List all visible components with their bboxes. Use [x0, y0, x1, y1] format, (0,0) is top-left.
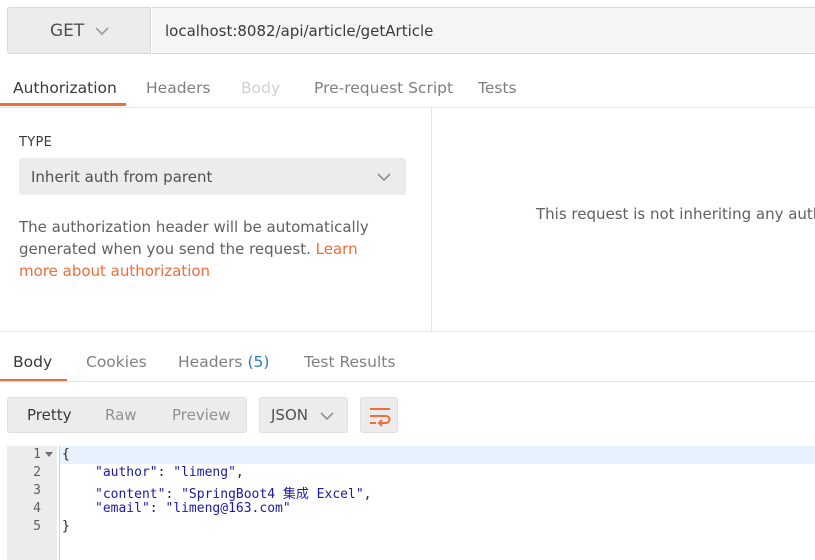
chevron-down-icon	[320, 412, 334, 421]
tab-authorization[interactable]: Authorization	[13, 79, 117, 97]
code-line: "email": "limeng@163.com"	[95, 501, 291, 516]
tab-pre-request-script[interactable]: Pre-request Script	[314, 79, 453, 97]
wrap-lines-icon	[370, 408, 391, 427]
format-select[interactable]: JSON	[259, 397, 348, 433]
tabs-divider	[0, 107, 815, 108]
view-mode-switch: Pretty Raw Preview	[7, 397, 247, 433]
pretty-button[interactable]: Pretty	[27, 406, 72, 424]
wrap-lines-button[interactable]	[360, 397, 398, 433]
headers-count: (5)	[247, 353, 270, 371]
active-line-highlight	[59, 446, 815, 464]
line-number: 5	[33, 519, 41, 534]
method-select[interactable]: GET	[7, 7, 151, 54]
auth-panel-divider	[431, 108, 432, 332]
json-key: "content"	[95, 487, 166, 502]
code-line: "content": "SpringBoot4 集成 Excel",	[95, 487, 372, 502]
tab-headers[interactable]: Headers	[146, 79, 211, 97]
auth-type-label: TYPE	[19, 135, 53, 150]
code-open-brace: {	[62, 447, 70, 462]
tab-body[interactable]: Body	[241, 79, 280, 97]
url-input[interactable]: localhost:8082/api/article/getArticle	[152, 7, 815, 54]
line-number: 4	[33, 501, 41, 516]
auth-type-select[interactable]: Inherit auth from parent	[19, 158, 406, 195]
json-value: "SpringBoot4 集成 Excel"	[181, 487, 364, 502]
tab-tests[interactable]: Tests	[478, 79, 517, 97]
tab-response-headers[interactable]: Headers (5)	[178, 353, 269, 371]
line-number: 2	[33, 465, 41, 480]
postman-window: GET localhost:8082/api/article/getArticl…	[0, 0, 815, 560]
code-close-brace: }	[62, 519, 70, 534]
raw-button[interactable]: Raw	[105, 406, 137, 424]
auth-type-value: Inherit auth from parent	[31, 168, 213, 186]
format-value: JSON	[271, 406, 308, 424]
request-tabs: Authorization Headers Body Pre-request S…	[0, 66, 815, 107]
gutter-border	[59, 446, 60, 560]
tab-cookies[interactable]: Cookies	[86, 353, 147, 371]
json-key: "author"	[95, 465, 158, 480]
chevron-down-icon	[377, 173, 391, 182]
request-url-bar: GET localhost:8082/api/article/getArticl…	[7, 7, 815, 56]
method-label: GET	[50, 21, 85, 41]
json-value: "limeng@163.com"	[165, 501, 291, 516]
json-value: "limeng"	[173, 465, 236, 480]
response-tabs-divider	[0, 381, 815, 382]
fold-caret-icon[interactable]	[45, 452, 53, 458]
tab-response-body[interactable]: Body	[13, 353, 52, 371]
active-tab-indicator	[0, 103, 126, 106]
url-text: localhost:8082/api/article/getArticle	[165, 22, 434, 40]
response-body-editor[interactable]: 1 2 3 4 5 { "author": "limeng", "content…	[7, 446, 815, 560]
section-divider	[0, 331, 815, 332]
tab-test-results[interactable]: Test Results	[304, 353, 395, 371]
code-line: "author": "limeng",	[95, 465, 244, 480]
line-number: 3	[33, 483, 41, 498]
headers-label: Headers	[178, 353, 243, 371]
preview-button[interactable]: Preview	[172, 406, 230, 424]
inherit-message: This request is not inheriting any autho…	[536, 205, 815, 223]
line-number: 1	[33, 447, 41, 462]
auth-description: The authorization header will be automat…	[19, 216, 389, 282]
json-key: "email"	[95, 501, 150, 516]
chevron-down-icon	[95, 27, 109, 36]
